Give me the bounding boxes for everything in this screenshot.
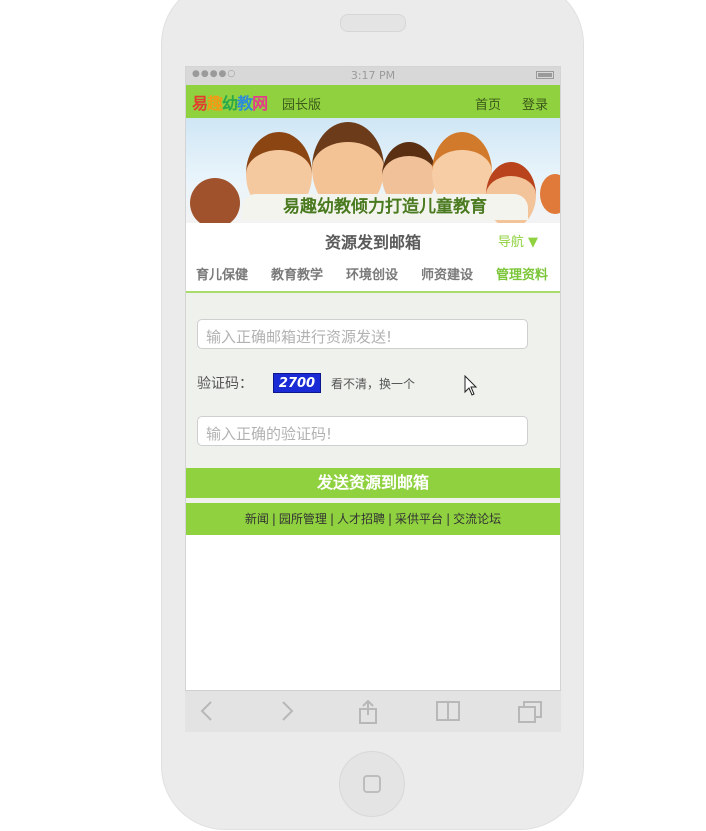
title-row: 资源发到邮箱 导航 ▼ [186,223,560,255]
mouse-cursor-icon [464,375,478,396]
tabs-icon[interactable] [517,700,543,724]
captcha-refresh-link[interactable]: 看不清，换一个 [331,375,415,392]
tab-management[interactable]: 管理资料 [496,264,548,283]
status-bar: ●●●●○ 3:17 PM [186,67,560,85]
footer-separator: | [329,512,334,526]
captcha-input[interactable]: 输入正确的验证码! [197,416,528,446]
logo-char: 幼 [222,94,238,113]
battery-icon [536,71,554,79]
logo-char: 网 [252,94,268,113]
version-label: 园长版 [282,98,322,113]
share-icon[interactable] [357,700,379,724]
hero-banner: 易趣幼教倾力打造儿童教育 [186,118,560,223]
category-tabs: 育儿保健 教育教学 环境创设 师资建设 管理资料 [186,255,560,293]
footer-separator: | [388,512,393,526]
home-button[interactable] [339,751,405,817]
footer-link-forum[interactable]: 交流论坛 [453,512,501,526]
top-bar: 易趣幼教网 园长版 首页 登录 [186,85,560,118]
logo-char: 易 [192,94,208,113]
banner-slogan: 易趣幼教倾力打造儿童教育 [242,194,528,220]
status-time: 3:17 PM [350,69,396,82]
browser-toolbar [185,690,561,732]
nav-toggle[interactable]: 导航 ▼ [498,231,538,250]
forward-icon[interactable] [279,700,295,722]
footer-separator: | [446,512,451,526]
phone-screen: ●●●●○ 3:17 PM 易趣幼教网 园长版 首页 登录 易趣幼教倾力打造儿童… [185,66,561,732]
footer-link-news[interactable]: 新闻 [245,512,269,526]
phone-speaker [340,14,406,32]
login-link[interactable]: 登录 [522,94,548,113]
home-square-icon [363,775,381,793]
captcha-label: 验证码： [197,376,253,392]
logo-char: 教 [237,94,253,113]
child-illustration [190,178,240,223]
child-illustration [540,174,560,214]
send-button[interactable]: 发送资源到邮箱 [186,468,560,498]
bookmarks-icon[interactable] [435,700,461,722]
footer-link-jobs[interactable]: 人才招聘 [337,512,385,526]
footer-links: 新闻 | 园所管理 | 人才招聘 | 采供平台 | 交流论坛 [186,503,560,535]
send-form: 输入正确邮箱进行资源发送! 验证码： 2700 看不清，换一个 输入正确的验证码… [186,293,560,468]
tab-staff[interactable]: 师资建设 [421,264,473,283]
tab-childcare[interactable]: 育儿保健 [196,264,248,283]
site-logo[interactable]: 易趣幼教网 [192,90,268,114]
footer-link-management[interactable]: 园所管理 [279,512,327,526]
back-icon[interactable] [199,700,215,722]
footer-link-procurement[interactable]: 采供平台 [395,512,443,526]
captcha-image[interactable]: 2700 [273,373,321,393]
email-input[interactable]: 输入正确邮箱进行资源发送! [197,319,528,349]
tab-environment[interactable]: 环境创设 [346,264,398,283]
tab-teaching[interactable]: 教育教学 [271,264,323,283]
logo-char: 趣 [207,94,223,113]
home-link[interactable]: 首页 [475,94,501,113]
footer-separator: | [271,512,276,526]
